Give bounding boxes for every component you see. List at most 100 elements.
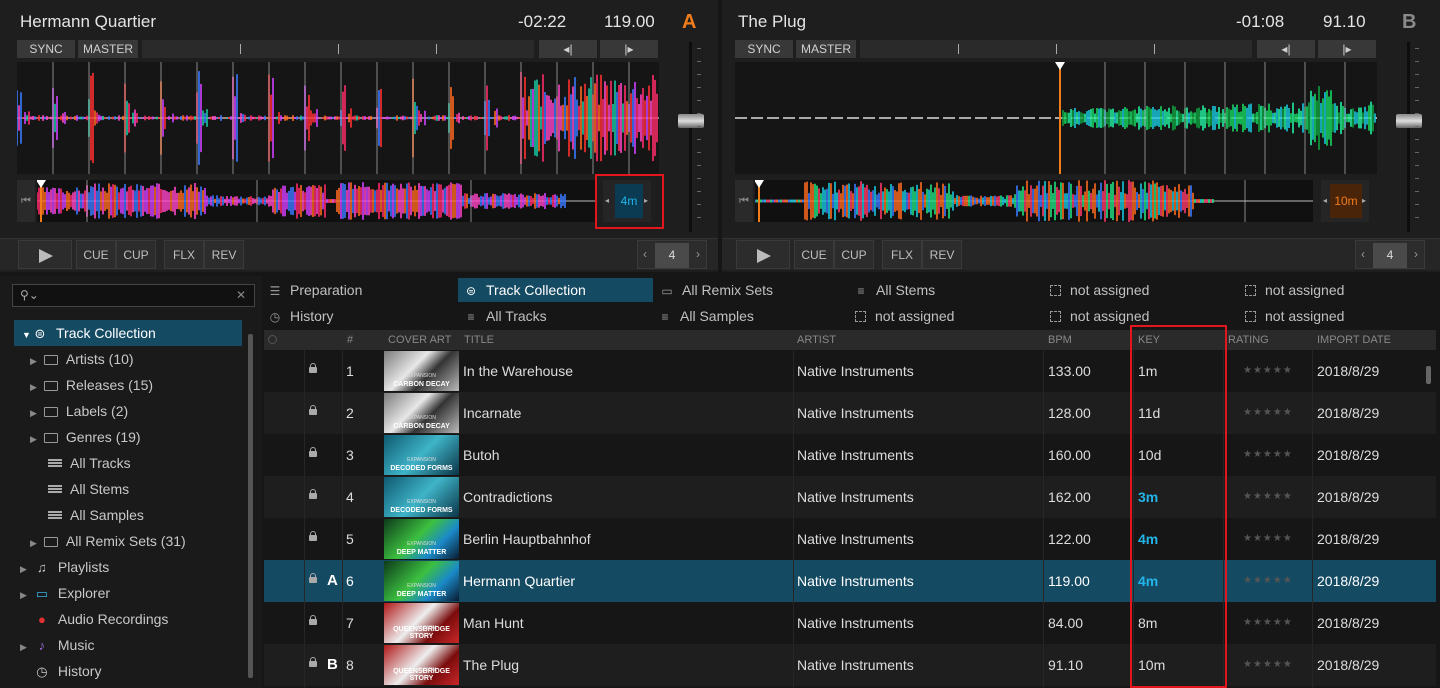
favorite-preparation[interactable]: ☰ Preparation <box>268 278 458 302</box>
browser-tree: ⚲⌄ ✕ ▼ ⊜ Track Collection ▶ Artists (10) ▶… <box>0 276 262 688</box>
track-import-date: 2018/8/29 <box>1317 531 1380 547</box>
track-rating[interactable]: ★★★★★ <box>1243 392 1293 434</box>
tree-item-playlists[interactable]: ▶ ♫ Playlists <box>20 554 109 580</box>
favorite-all-stems[interactable]: ≡ All Stems <box>854 278 935 302</box>
list-icon: ≡ <box>661 310 669 324</box>
tree-item-all-remix-sets[interactable]: ▶ All Remix Sets (31) <box>30 528 186 554</box>
deck-a-loop-size[interactable]: ‹ 4 › <box>637 240 707 269</box>
deck-b-flux-button[interactable]: FLX <box>882 240 922 269</box>
track-rating[interactable]: ★★★★★ <box>1243 560 1293 602</box>
deck-b-remaining-time[interactable]: -01:08 <box>1236 12 1284 32</box>
track-rating[interactable]: ★★★★★ <box>1243 476 1293 518</box>
favorite-slot-12[interactable]: not assigned <box>1245 304 1344 328</box>
sidebar-scrollbar[interactable] <box>248 334 253 678</box>
table-row[interactable]: 1 EXPANSION CARBON DECAY In the Warehouse Na… <box>264 350 1436 392</box>
cover-art: EXPANSION DECODED FORMS <box>384 435 459 475</box>
table-row[interactable]: 5 EXPANSION DEEP MATTER Berlin Hauptbahnhof… <box>264 518 1436 560</box>
track-rating[interactable]: ★★★★★ <box>1243 434 1293 476</box>
tree-item-all-tracks[interactable]: All Tracks <box>48 450 131 476</box>
favorite-track-collection[interactable]: ⊜ Track Collection <box>458 278 653 302</box>
favorite-all-remix-sets[interactable]: ▭ All Remix Sets <box>660 278 773 302</box>
tree-item-all-stems[interactable]: All Stems <box>48 476 129 502</box>
deck-b-tempo-fader[interactable] <box>1396 42 1422 232</box>
tree-item-track-collection[interactable]: ▼ ⊜ Track Collection <box>14 320 242 346</box>
deck-b-reverse-button[interactable]: REV <box>922 240 962 269</box>
table-row[interactable]: A 6 EXPANSION DEEP MATTER Hermann Quartier Na… <box>264 560 1436 602</box>
tree-item-history[interactable]: ◷ History <box>20 658 101 684</box>
favorite-all-samples[interactable]: ≡ All Samples <box>658 304 753 328</box>
lock-icon <box>309 573 317 583</box>
table-row[interactable]: 3 EXPANSION DECODED FORMS Butoh Native Instr… <box>264 434 1436 476</box>
deck-a-overview[interactable] <box>37 180 595 222</box>
tree-item-explorer[interactable]: ▶ ▭ Explorer <box>20 580 110 606</box>
clear-search-icon[interactable]: ✕ <box>236 288 246 302</box>
track-rating[interactable]: ★★★★★ <box>1243 518 1293 560</box>
deck-b-tempo[interactable]: 91.10 <box>1323 12 1366 32</box>
deck-a-beatjump-back-button[interactable]: ◂| <box>539 40 597 58</box>
deck-b-cup-button[interactable]: CUP <box>834 240 874 269</box>
favorite-slot-10[interactable]: not assigned <box>855 304 954 328</box>
table-row[interactable]: B 8 EXPANSION QUEENSBRIDGE STORY The Plug Nat… <box>264 644 1436 686</box>
deck-b-skip-start-button[interactable]: ⏮ <box>735 180 753 222</box>
table-row[interactable]: 2 EXPANSION CARBON DECAY Incarnate Native In… <box>264 392 1436 434</box>
track-rating[interactable]: ★★★★★ <box>1243 644 1293 686</box>
deck-a-cue-button[interactable]: CUE <box>76 240 116 269</box>
deck-a-sync-button[interactable]: SYNC <box>17 40 75 58</box>
track-list-scrollbar[interactable] <box>1426 366 1431 384</box>
deck-a-skip-start-button[interactable]: ⏮ <box>17 180 35 222</box>
deck-b-loop-size[interactable]: ‹ 4 › <box>1355 240 1425 269</box>
deck-a-beatjump-forward-button[interactable]: |▸ <box>600 40 658 58</box>
track-bpm: 91.10 <box>1048 657 1084 673</box>
tree-item-releases[interactable]: ▶ Releases (15) <box>30 372 153 398</box>
deck-a-waveform[interactable] <box>17 62 659 174</box>
table-row[interactable]: 7 EXPANSION QUEENSBRIDGE STORY Man Hunt Nati… <box>264 602 1436 644</box>
tree-item-all-samples[interactable]: All Samples <box>48 502 144 528</box>
search-field[interactable]: ⚲⌄ ✕ <box>12 284 255 307</box>
track-rating[interactable]: ★★★★★ <box>1243 602 1293 644</box>
tree-item-genres[interactable]: ▶ Genres (19) <box>30 424 141 450</box>
col-artist[interactable]: ARTIST <box>797 330 836 350</box>
track-artist: Native Instruments <box>797 615 914 631</box>
col-rating[interactable]: RATING <box>1228 330 1269 350</box>
deck-a-tempo-fader[interactable] <box>678 42 704 232</box>
track-rating[interactable]: ★★★★★ <box>1243 350 1293 392</box>
tree-item-music[interactable]: ▶ ♪ Music <box>20 632 94 658</box>
deck-b-key-display[interactable]: 10m ◂ ▸ <box>1321 180 1369 222</box>
col-import-date[interactable]: IMPORT DATE <box>1317 330 1391 350</box>
col-cover-art[interactable]: COVER ART <box>388 330 451 350</box>
deck-b-beatjump-back-button[interactable]: ◂| <box>1257 40 1315 58</box>
table-row[interactable]: 4 EXPANSION DECODED FORMS Contradictions Nat… <box>264 476 1436 518</box>
deck-a-key-highlight <box>595 174 664 229</box>
deck-a-reverse-button[interactable]: REV <box>204 240 244 269</box>
deck-a-flux-button[interactable]: FLX <box>164 240 204 269</box>
deck-a-cup-button[interactable]: CUP <box>116 240 156 269</box>
deck-b-play-button[interactable] <box>736 240 790 269</box>
col-bpm[interactable]: BPM <box>1048 330 1072 350</box>
tree-item-artists[interactable]: ▶ Artists (10) <box>30 346 134 372</box>
deck-a-master-button[interactable]: MASTER <box>78 40 138 58</box>
col-number[interactable]: # <box>347 330 353 350</box>
deck-a-play-button[interactable] <box>18 240 72 269</box>
track-number: 4 <box>346 489 354 505</box>
deck-b-overview[interactable] <box>755 180 1313 222</box>
tree-item-audio-recordings[interactable]: ● Audio Recordings <box>20 606 168 632</box>
favorite-history[interactable]: ◷ History <box>268 304 334 328</box>
tree-item-labels[interactable]: ▶ Labels (2) <box>30 398 128 424</box>
deck-a-remaining-time[interactable]: -02:22 <box>518 12 566 32</box>
track-title: In the Warehouse <box>463 363 573 379</box>
favorite-all-tracks[interactable]: ≡ All Tracks <box>464 304 546 328</box>
favorite-slot-5[interactable]: not assigned <box>1050 278 1149 302</box>
deck-b-waveform[interactable] <box>735 62 1377 174</box>
lock-icon <box>309 405 317 415</box>
deck-a-tempo[interactable]: 119.00 <box>604 12 655 32</box>
select-column-icon[interactable] <box>268 335 277 344</box>
track-title: Berlin Hauptbahnhof <box>463 531 591 547</box>
favorite-slot-6[interactable]: not assigned <box>1245 278 1344 302</box>
column-header: # COVER ART TITLE ARTIST BPM KEY RATING … <box>264 330 1436 350</box>
deck-b-cue-button[interactable]: CUE <box>794 240 834 269</box>
deck-b-master-button[interactable]: MASTER <box>796 40 856 58</box>
deck-b-sync-button[interactable]: SYNC <box>735 40 793 58</box>
deck-b-beatjump-forward-button[interactable]: |▸ <box>1318 40 1376 58</box>
deck-b-title: The Plug <box>738 12 807 31</box>
col-title[interactable]: TITLE <box>464 330 494 350</box>
